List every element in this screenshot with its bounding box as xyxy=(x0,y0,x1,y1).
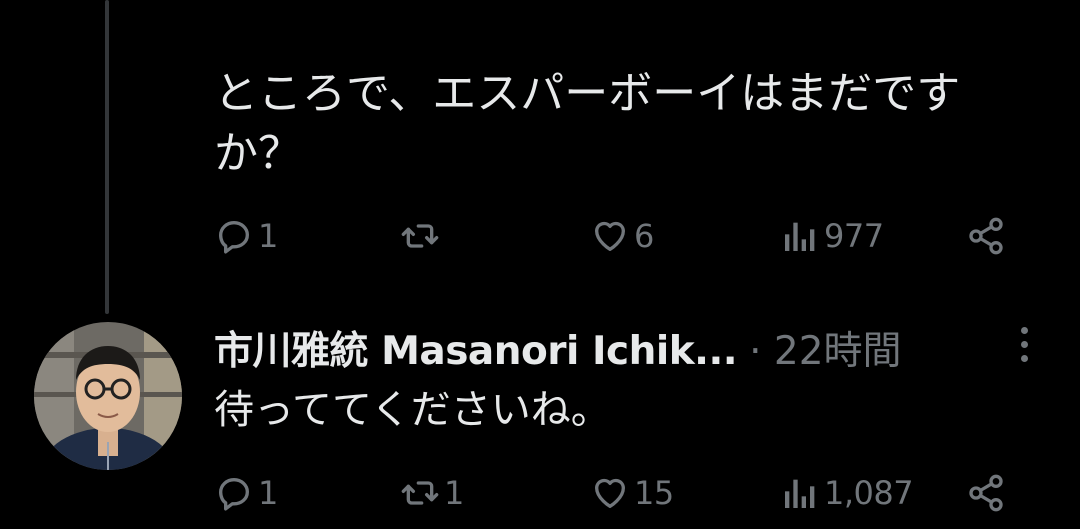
tweet-text: ところで、エスパーボーイはまだですか？ xyxy=(214,68,961,179)
reply-button[interactable]: 1 xyxy=(214,211,278,261)
more-options-button[interactable] xyxy=(1008,322,1040,366)
views-count: 977 xyxy=(824,217,884,255)
views-chart-icon xyxy=(785,222,815,251)
tweet-header: 市川雅統 Masanori Ichik... · 22時間 xyxy=(214,318,902,378)
more-vertical-icon-dot xyxy=(1020,354,1028,362)
share-icon xyxy=(969,474,1003,512)
like-button[interactable]: 15 xyxy=(590,468,674,518)
views-count: 1,087 xyxy=(824,474,914,512)
reply-icon xyxy=(219,478,249,511)
more-vertical-icon xyxy=(1020,326,1028,334)
reply-count: 1 xyxy=(258,217,278,255)
share-button[interactable] xyxy=(966,211,1006,261)
author-display-name[interactable]: 市川雅統 Masanori Ichik... xyxy=(214,320,738,376)
more-vertical-icon-dot xyxy=(1020,340,1028,348)
like-count: 6 xyxy=(634,217,654,255)
reply-icon xyxy=(219,221,249,254)
avatar-image xyxy=(34,322,182,470)
views-button[interactable]: 1,087 xyxy=(780,468,914,518)
tweet-action-bar: 1 1 15 1,087 xyxy=(214,468,1014,518)
like-count: 15 xyxy=(634,474,674,512)
reply-count: 1 xyxy=(258,474,278,512)
retweet-button[interactable]: 1 xyxy=(400,468,464,518)
heart-icon xyxy=(595,478,625,508)
views-chart-icon xyxy=(785,479,815,508)
avatar[interactable] xyxy=(34,322,182,470)
thread-connector-line xyxy=(105,0,109,314)
tweet-timestamp[interactable]: · 22時間 xyxy=(749,320,901,376)
retweet-icon xyxy=(401,224,439,248)
tweet-action-bar: 1 6 977 xyxy=(214,211,1014,261)
retweet-button[interactable] xyxy=(400,211,444,261)
retweet-count: 1 xyxy=(444,474,464,512)
heart-icon xyxy=(595,221,625,251)
reply-button[interactable]: 1 xyxy=(214,468,278,518)
views-button[interactable]: 977 xyxy=(780,211,884,261)
share-icon xyxy=(969,217,1003,255)
retweet-icon xyxy=(401,481,439,505)
share-button[interactable] xyxy=(966,468,1006,518)
tweet-text: 待っててくださいね。 xyxy=(214,387,611,433)
like-button[interactable]: 6 xyxy=(590,211,654,261)
